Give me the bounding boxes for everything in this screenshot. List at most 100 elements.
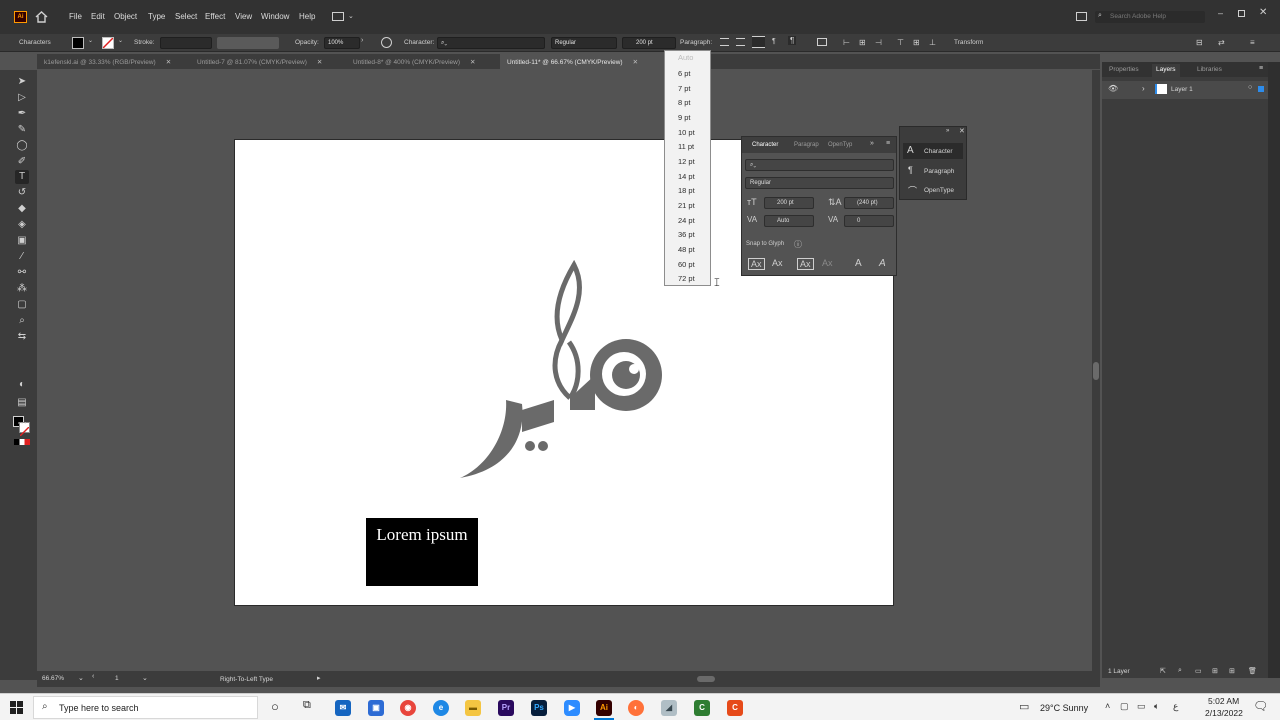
export-icon[interactable]: ⇱ <box>1160 667 1166 675</box>
snap-glyph-bounds-icon[interactable]: Ax <box>797 258 814 270</box>
symbol-sprayer-tool-icon[interactable]: ⁂ <box>15 282 29 296</box>
zoom-app-icon[interactable]: ▶ <box>564 700 580 716</box>
dropdown-option[interactable]: 72 pt <box>678 274 695 283</box>
network-icon[interactable]: ▭ <box>1137 701 1146 712</box>
align-objects-vcenter-icon[interactable]: ⊞ <box>913 38 920 47</box>
tab-libraries[interactable]: Libraries <box>1197 66 1222 73</box>
status-menu-icon[interactable]: ▸ <box>317 674 321 682</box>
task-view-icon[interactable]: ⧉ <box>303 699 311 712</box>
isolate-icon[interactable]: ⊟ <box>1196 38 1203 47</box>
mail-icon[interactable]: ✉ <box>335 700 351 716</box>
panel-font-size-field[interactable]: 200 pt <box>764 197 814 209</box>
scroll-thumb[interactable] <box>697 676 715 682</box>
tab-paragraph[interactable]: Paragrap <box>794 142 819 148</box>
home-icon[interactable] <box>35 10 48 23</box>
artboard-tool-icon[interactable]: ▢ <box>15 298 29 312</box>
tab-document-3[interactable]: Untitled-8* @ 400% (CMYK/Preview) ✕ <box>345 54 500 69</box>
stroke-swatch[interactable] <box>102 37 114 49</box>
zoom-field[interactable]: 66.67% ⌄ <box>40 673 86 685</box>
dropdown-option[interactable]: 18 pt <box>678 186 695 195</box>
menu-select[interactable]: Select <box>175 12 197 21</box>
ellipse-tool-icon[interactable]: ◯ <box>15 139 29 153</box>
info-icon[interactable]: ⓘ <box>794 239 802 250</box>
curvature-tool-icon[interactable]: ✎ <box>15 123 29 137</box>
zoom-tool-icon[interactable]: ⌕ <box>15 314 29 328</box>
ltr-direction-icon[interactable]: ¶ <box>772 38 776 45</box>
premiere-icon[interactable]: Pr <box>498 700 514 716</box>
paintbrush-tool-icon[interactable]: ✐ <box>15 155 29 169</box>
align-left-icon[interactable] <box>720 38 729 46</box>
chevron-up-icon[interactable]: ˄ <box>1105 701 1110 711</box>
locate-object-icon[interactable]: ⌕ <box>1178 667 1182 675</box>
workspace-switcher-icon[interactable] <box>332 12 344 21</box>
menu-help[interactable]: Help <box>299 12 315 21</box>
character-link-label[interactable]: Character: <box>404 39 434 46</box>
align-objects-left-icon[interactable]: ⊢ <box>843 38 850 47</box>
expand-icon[interactable]: » <box>946 128 949 134</box>
illustrator-icon[interactable]: Ai <box>596 700 612 716</box>
dropdown-option[interactable]: 48 pt <box>678 245 695 254</box>
tab-character[interactable]: Character <box>752 142 778 148</box>
panel-kerning-field[interactable]: Auto <box>764 215 814 227</box>
color-mode-icon[interactable] <box>14 439 30 445</box>
variable-width-field[interactable] <box>217 37 279 49</box>
eraser-tool-icon[interactable]: ◆ <box>15 202 29 216</box>
rotate-tool-icon[interactable]: ↺ <box>15 186 29 200</box>
windows-start-icon[interactable] <box>10 701 23 714</box>
visibility-eye-icon[interactable]: 👁︎ <box>1108 84 1118 93</box>
chevron-down-icon[interactable]: ⌄ <box>88 37 93 44</box>
more-tools-icon[interactable]: ⋯ <box>15 417 29 431</box>
gradient-tool-icon[interactable]: ▣ <box>15 234 29 248</box>
menu-file[interactable]: File <box>69 12 82 21</box>
dropdown-option[interactable]: 36 pt <box>678 230 695 239</box>
snap-anchor-icon[interactable]: A <box>879 258 886 269</box>
file-explorer-icon[interactable]: ▬ <box>465 700 481 716</box>
app-icon[interactable]: ◢ <box>661 700 677 716</box>
paragraph-link-label[interactable]: Paragraph: <box>680 39 712 46</box>
transform-link-label[interactable]: Transform <box>954 39 983 46</box>
dropdown-option[interactable]: 6 pt <box>678 69 691 78</box>
mini-opentype-item[interactable]: ⌒ OpenType <box>903 182 963 198</box>
layer-row[interactable]: 👁︎ › Layer 1 ○ <box>1102 81 1268 99</box>
taskbar-search-box[interactable]: ⌕ Type here to search <box>33 696 258 719</box>
weather-icon[interactable]: ▭ <box>1019 700 1029 713</box>
type-tool-icon[interactable]: T <box>15 170 29 184</box>
new-sublayer-icon[interactable]: ⊞ <box>1212 667 1218 675</box>
panel-font-style-field[interactable]: Regular <box>745 177 894 189</box>
draw-mode-icon[interactable]: ◐ <box>15 378 29 392</box>
clock-time[interactable]: 5:02 AM <box>1208 696 1239 706</box>
panel-menu-icon[interactable]: ≡ <box>886 140 890 147</box>
canvas-horizontal-scrollbar[interactable] <box>327 676 1092 682</box>
snap-angular-icon[interactable]: A <box>855 258 862 269</box>
eyedropper-tool-icon[interactable]: ⁄ <box>15 250 29 264</box>
close-icon[interactable]: ✕ <box>470 59 475 66</box>
align-center-icon[interactable] <box>736 38 745 46</box>
dropdown-option[interactable]: 11 pt <box>678 142 694 151</box>
swap-colors-icon[interactable]: ⇆ <box>15 330 29 344</box>
dropdown-option[interactable]: 24 pt <box>678 216 695 225</box>
menu-type[interactable]: Type <box>148 12 165 21</box>
close-icon[interactable]: ✕ <box>1259 7 1267 18</box>
store-icon[interactable]: ▣ <box>368 700 384 716</box>
menu-window[interactable]: Window <box>261 12 289 21</box>
panel-menu-icon[interactable]: ≡ <box>1259 65 1263 72</box>
dropdown-option[interactable]: 10 pt <box>678 128 695 137</box>
snap-baseline-icon[interactable]: Ax <box>748 258 765 270</box>
rtl-direction-icon[interactable]: ¶ <box>788 36 797 45</box>
selection-tool-icon[interactable]: ➤ <box>15 75 29 89</box>
chevron-right-icon[interactable]: › <box>361 37 363 44</box>
dropdown-option[interactable]: 12 pt <box>678 157 695 166</box>
dropdown-option[interactable]: 8 pt <box>678 98 691 107</box>
recolor-artwork-icon[interactable] <box>381 37 392 48</box>
dropdown-option[interactable]: 60 pt <box>678 260 695 269</box>
calligraphy-artwork[interactable] <box>450 260 680 485</box>
snap-xheight-icon[interactable]: Ax <box>772 258 783 268</box>
firefox-icon[interactable]: ◐ <box>628 700 644 716</box>
system-tray-icon[interactable]: ▢ <box>1120 701 1129 712</box>
cortana-icon[interactable]: ○ <box>271 699 279 714</box>
align-objects-right-icon[interactable]: ⊣ <box>875 38 882 47</box>
menu-effect[interactable]: Effect <box>205 12 225 21</box>
notification-icon[interactable]: 🗨︎ <box>1253 699 1268 713</box>
shape-builder-tool-icon[interactable]: ◈ <box>15 218 29 232</box>
input-language-icon[interactable]: ع <box>1173 701 1178 712</box>
